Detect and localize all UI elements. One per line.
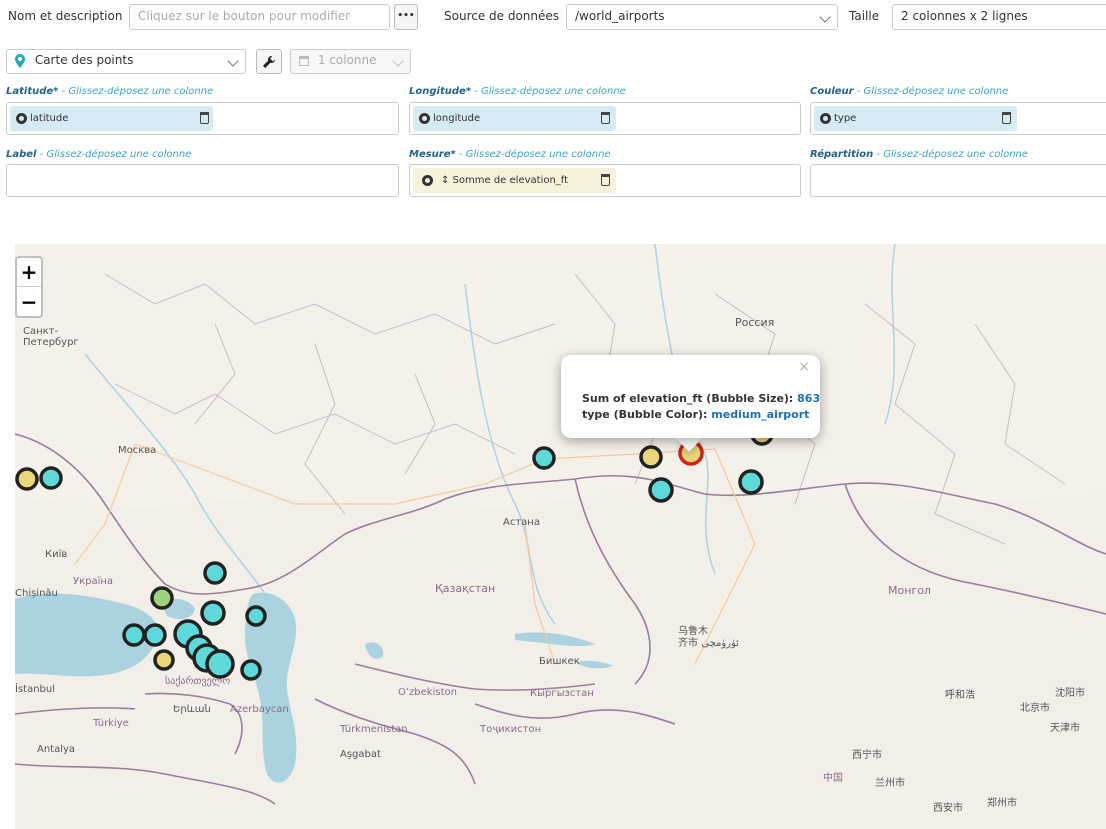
latitude-name: Latitude* bbox=[6, 86, 59, 97]
size-select[interactable]: 2 colonnes x 2 lignes bbox=[892, 4, 1106, 30]
longitude-chip-label: longitude bbox=[433, 113, 481, 124]
settings-button[interactable] bbox=[256, 49, 282, 74]
trash-icon[interactable] bbox=[1002, 112, 1011, 124]
trash-icon[interactable] bbox=[200, 112, 209, 124]
popup-color-label: type (Bubble Color): bbox=[582, 408, 712, 421]
edit-name-button[interactable]: ••• bbox=[394, 4, 418, 30]
bubble-marker bbox=[532, 446, 556, 470]
popup-color-line: type (Bubble Color): medium_airport bbox=[582, 408, 809, 421]
measure-dropzone[interactable]: ↕ Somme de elevation_ft bbox=[409, 164, 801, 197]
trash-icon[interactable] bbox=[601, 174, 610, 186]
name-field[interactable]: Cliquez sur le bouton pour modifier bbox=[129, 4, 390, 30]
bubble-marker bbox=[150, 586, 174, 610]
longitude-chip[interactable]: longitude bbox=[413, 106, 616, 131]
popup-size-line: Sum of elevation_ft (Bubble Size): 863 bbox=[582, 392, 820, 405]
color-name: Couleur bbox=[810, 86, 854, 97]
popup-size-label: Sum of elevation_ft (Bubble Size): bbox=[582, 392, 798, 405]
color-dropzone[interactable]: type bbox=[810, 102, 1106, 135]
bubble-marker bbox=[205, 649, 235, 679]
split-name: Répartition bbox=[810, 149, 874, 160]
chevron-down-icon bbox=[819, 11, 831, 23]
split-hint: - Glissez-déposez une colonne bbox=[873, 149, 1029, 160]
latitude-field-label: Latitude* - Glissez-déposez une colonne bbox=[6, 86, 213, 97]
bubble-marker bbox=[143, 623, 167, 647]
measure-hint: - Glissez-déposez une colonne bbox=[455, 149, 611, 160]
label-dropzone[interactable] bbox=[6, 164, 399, 197]
zoom-in-button[interactable]: + bbox=[17, 258, 41, 287]
editor-toolbar: Nom et description Cliquez sur le bouton… bbox=[0, 0, 1106, 34]
color-chip[interactable]: type bbox=[814, 106, 1017, 131]
chevron-down-icon bbox=[227, 55, 239, 67]
longitude-dropzone[interactable]: longitude bbox=[409, 102, 801, 135]
wrench-icon bbox=[263, 56, 275, 68]
viz-type-value: Carte des points bbox=[34, 53, 134, 67]
source-label: Source de données bbox=[444, 9, 560, 23]
map-canvas[interactable]: Россия Санкт- Петербург Москва Астана Ки… bbox=[15, 244, 1106, 829]
latitude-dropzone[interactable]: latitude bbox=[6, 102, 399, 135]
gear-icon[interactable] bbox=[16, 112, 27, 124]
measure-chip[interactable]: ↕ Somme de elevation_ft bbox=[413, 168, 616, 193]
popup-color-value: medium_airport bbox=[711, 408, 810, 421]
measure-field-label: Mesure* - Glissez-déposez une colonne bbox=[409, 149, 611, 160]
columns-select[interactable]: 1 colonne bbox=[290, 49, 411, 74]
color-hint: - Glissez-déposez une colonne bbox=[853, 86, 1009, 97]
longitude-hint: - Glissez-déposez une colonne bbox=[471, 86, 626, 97]
bubble-marker bbox=[245, 605, 267, 627]
latitude-chip[interactable]: latitude bbox=[10, 106, 213, 131]
bubble-marker bbox=[648, 477, 674, 503]
latitude-chip-label: latitude bbox=[30, 113, 69, 124]
longitude-field-label: Longitude* - Glissez-déposez une colonne bbox=[409, 86, 626, 97]
bubble-marker bbox=[240, 659, 262, 681]
popup-size-value: 863 bbox=[797, 392, 821, 405]
map-pin-icon bbox=[15, 53, 25, 68]
source-value: /world_airports bbox=[575, 9, 665, 23]
gear-icon[interactable] bbox=[419, 112, 430, 124]
label-name: Label bbox=[6, 149, 37, 160]
gear-icon[interactable] bbox=[820, 112, 831, 124]
split-field-label: Répartition - Glissez-déposez une colonn… bbox=[810, 149, 1028, 160]
close-icon[interactable]: × bbox=[798, 359, 810, 375]
bubble-marker bbox=[122, 623, 146, 647]
columns-value: 1 colonne bbox=[317, 53, 377, 67]
gear-icon[interactable] bbox=[422, 174, 433, 186]
size-label: Taille bbox=[849, 9, 880, 23]
zoom-control: + − bbox=[15, 256, 43, 318]
color-field-label: Couleur - Glissez-déposez une colonne bbox=[810, 86, 1008, 97]
measure-chip-label: ↕ Somme de elevation_ft bbox=[441, 175, 569, 186]
trash-icon[interactable] bbox=[601, 112, 610, 124]
bubble-popup: × Sum of elevation_ft (Bubble Size): 863… bbox=[561, 355, 820, 438]
viz-type-select[interactable]: Carte des points bbox=[6, 49, 246, 74]
chevron-down-icon bbox=[392, 55, 404, 67]
bubble-marker bbox=[153, 649, 175, 671]
label-field-label: Label - Glissez-déposez une colonne bbox=[6, 149, 191, 160]
zoom-out-button[interactable]: − bbox=[17, 288, 41, 317]
source-select[interactable]: /world_airports bbox=[566, 4, 838, 30]
bubble-marker bbox=[15, 467, 39, 491]
bubble-marker bbox=[203, 561, 227, 585]
bubble-layer bbox=[15, 422, 774, 681]
bubble-marker bbox=[738, 469, 764, 495]
name-label: Nom et description bbox=[8, 9, 123, 23]
label-hint: - Glissez-déposez une colonne bbox=[36, 149, 192, 160]
split-dropzone[interactable] bbox=[810, 164, 1106, 197]
bubble-marker bbox=[39, 466, 63, 490]
color-chip-label: type bbox=[834, 113, 857, 124]
bubble-marker bbox=[639, 445, 663, 469]
latitude-hint: - Glissez-déposez une colonne bbox=[58, 86, 214, 97]
longitude-name: Longitude* bbox=[409, 86, 472, 97]
columns-icon bbox=[299, 55, 309, 66]
bubble-marker bbox=[200, 600, 226, 626]
measure-name: Mesure* bbox=[409, 149, 456, 160]
